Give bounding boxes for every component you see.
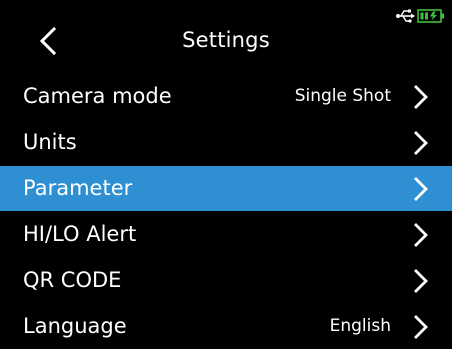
chevron-right-icon xyxy=(414,131,428,155)
chevron-right-icon xyxy=(414,269,428,293)
menu-item-language[interactable]: Language English xyxy=(0,304,452,349)
menu-item-qr-code[interactable]: QR CODE xyxy=(0,258,452,303)
menu-item-camera-mode[interactable]: Camera mode Single Shot xyxy=(0,74,452,119)
menu-item-label: HI/LO Alert xyxy=(23,222,137,246)
chevron-right-icon xyxy=(414,315,428,339)
chevron-right-icon xyxy=(414,223,428,247)
chevron-right-icon xyxy=(414,177,428,201)
usb-icon xyxy=(396,9,415,23)
menu-item-label: Parameter xyxy=(23,176,133,200)
settings-screen: Settings Camera mode Single Shot Units P… xyxy=(0,0,452,349)
menu-item-label: QR CODE xyxy=(23,268,122,292)
menu-item-hi-lo-alert[interactable]: HI/LO Alert xyxy=(0,212,452,257)
menu-item-units[interactable]: Units xyxy=(0,120,452,165)
chevron-right-icon xyxy=(414,85,428,109)
menu-item-label: Language xyxy=(23,314,127,338)
menu-item-value: Single Shot xyxy=(294,86,391,106)
status-indicators xyxy=(395,7,447,25)
menu-item-label: Units xyxy=(23,130,77,154)
settings-menu: Camera mode Single Shot Units Parameter … xyxy=(0,74,452,349)
battery-charging-icon xyxy=(417,9,444,23)
menu-item-value: English xyxy=(329,316,391,336)
page-title: Settings xyxy=(182,28,270,52)
menu-item-label: Camera mode xyxy=(23,84,172,108)
header-bar: Settings xyxy=(0,0,452,74)
menu-item-parameter[interactable]: Parameter xyxy=(0,166,452,211)
